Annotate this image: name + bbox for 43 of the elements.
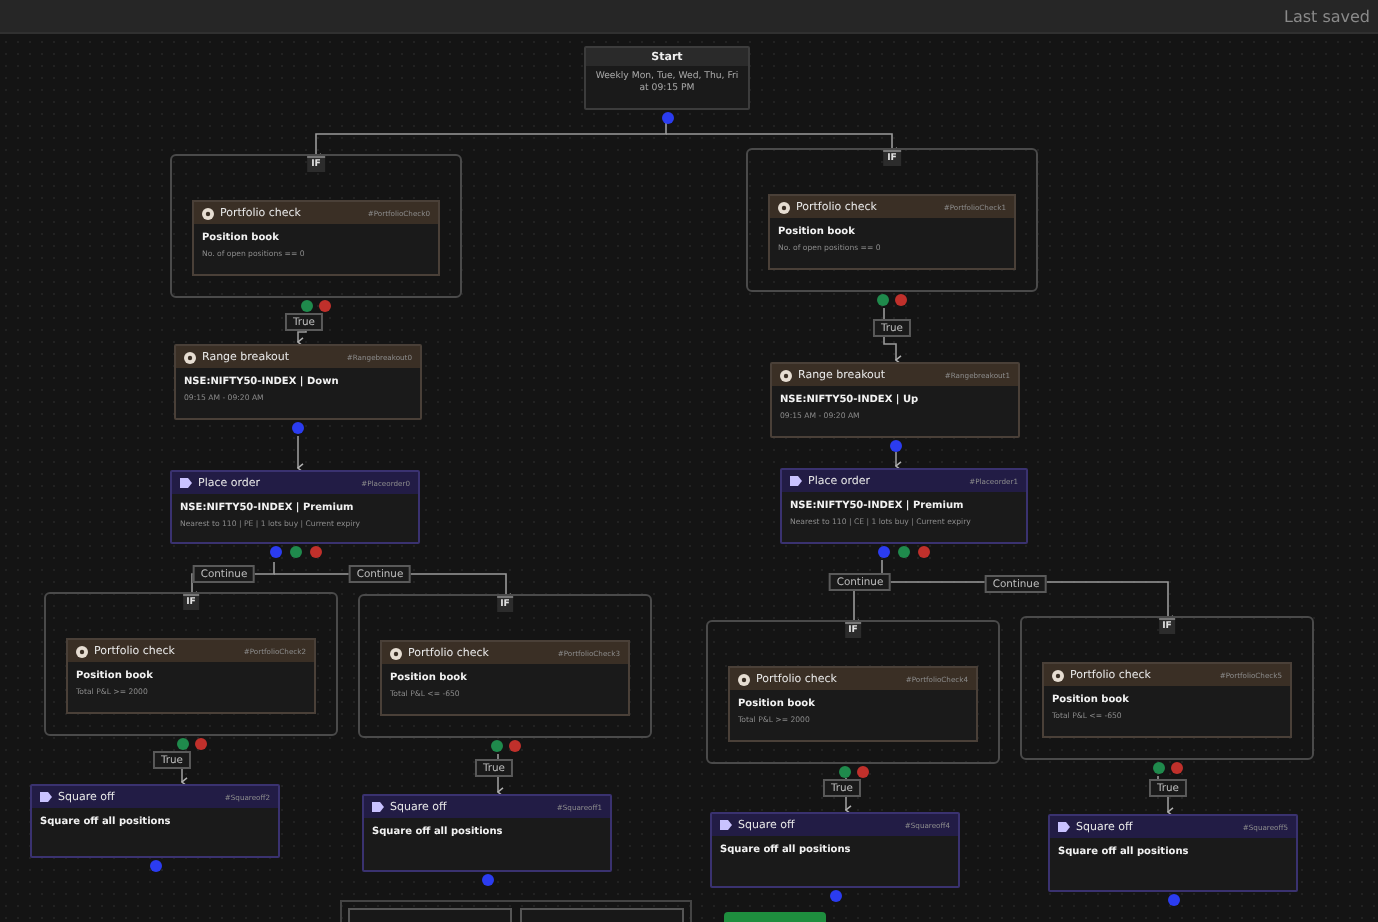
gear-icon <box>390 647 402 659</box>
port-dot[interactable] <box>301 300 313 312</box>
gear-icon <box>184 351 196 363</box>
port-dot[interactable] <box>1167 894 1179 906</box>
tag-icon <box>1058 822 1070 832</box>
port-dot[interactable] <box>856 766 868 778</box>
port-dot[interactable] <box>292 422 304 434</box>
tag-icon <box>720 820 732 830</box>
gear-icon <box>1052 669 1064 681</box>
port-dot[interactable] <box>877 294 889 306</box>
tag-icon <box>40 792 52 802</box>
save-status: Last saved <box>1283 7 1370 25</box>
port-dot[interactable] <box>889 440 901 452</box>
port-dot[interactable] <box>149 860 161 872</box>
port-dot[interactable] <box>319 300 331 312</box>
port-dot[interactable] <box>661 112 673 124</box>
port-dot[interactable] <box>269 546 281 558</box>
connector-arrow <box>883 307 902 365</box>
port-dot[interactable] <box>481 874 493 886</box>
port-dot[interactable] <box>898 546 910 558</box>
port-dot[interactable] <box>838 766 850 778</box>
gear-icon <box>76 645 88 657</box>
gear-icon <box>202 207 214 219</box>
port-dot[interactable] <box>176 738 188 750</box>
port-dot[interactable] <box>918 546 930 558</box>
port-dot[interactable] <box>895 294 907 306</box>
gear-icon <box>738 673 750 685</box>
port-dot[interactable] <box>194 738 206 750</box>
tag-icon <box>790 476 802 486</box>
port-dot[interactable] <box>289 546 301 558</box>
port-dot[interactable] <box>508 740 520 752</box>
port-dot[interactable] <box>829 890 841 902</box>
connector-arrow <box>297 435 304 473</box>
connector-arrow <box>895 451 902 471</box>
port-dot[interactable] <box>490 740 502 752</box>
gear-icon <box>780 369 792 381</box>
tag-icon <box>372 802 384 812</box>
port-dot[interactable] <box>309 546 321 558</box>
port-dot[interactable] <box>1152 762 1164 774</box>
tag-icon <box>180 478 192 488</box>
port-dot[interactable] <box>1170 762 1182 774</box>
gear-icon <box>778 201 790 213</box>
port-dot[interactable] <box>878 546 890 558</box>
